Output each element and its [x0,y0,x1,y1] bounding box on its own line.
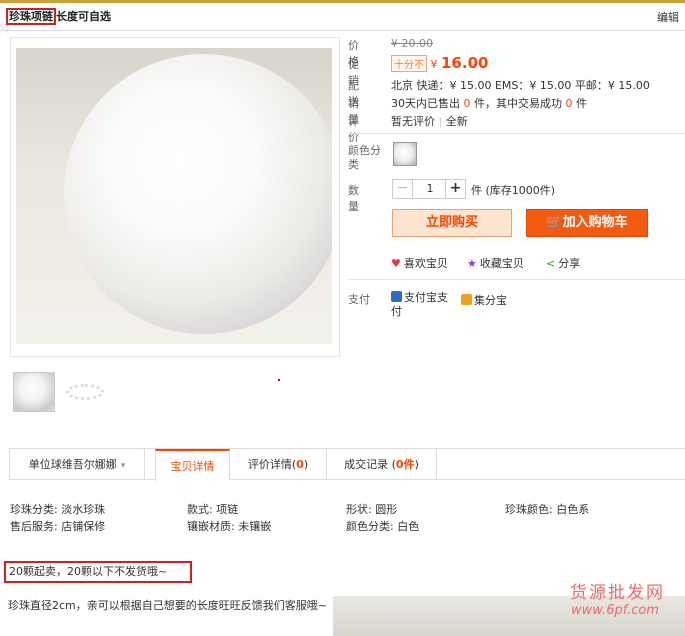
review-tab-count: 0 [296,458,304,471]
attribute-item: 款式: 项链 [187,503,239,516]
attribute-item: 珍珠颜色: 白色系 [505,503,590,516]
sales-mid: 件，其中交易成功 [474,97,562,110]
tab-trade-records[interactable]: 成交记录 (0件) [327,449,437,480]
info-divider [348,133,685,134]
sales-suffix: 件 [576,97,587,110]
buy-now-button[interactable]: 立即购买 [392,209,512,237]
decorative-dot [278,379,280,381]
add-to-cart-label: 加入购物车 [562,215,628,230]
review-text[interactable]: 暂无评价 [391,115,435,128]
add-to-cart-button[interactable]: 🛒加入购物车 [526,209,648,237]
attribute-item: 珍珠分类: 淡水珍珠 [10,503,106,516]
like-button[interactable]: ♥ 喜欢宝贝 [391,255,448,271]
top-accent-line [0,0,685,3]
stock-text: 件 (库存1000件) [471,184,556,197]
share-button[interactable]: < 分享 [546,255,580,271]
attribute-item: 颜色分类: 白色 [346,520,420,533]
jifen-icon [461,294,472,305]
favorite-button[interactable]: ★ 收藏宝贝 [467,255,524,271]
quantity-increase-button[interactable]: + [445,180,465,198]
jifen-option[interactable]: 集分宝 [461,292,507,308]
attribute-item: 镶嵌材质: 未镶嵌 [187,520,272,533]
color-swatch-white[interactable] [393,142,417,166]
image-background [16,48,332,344]
original-price: ¥ 20.00 [391,37,433,50]
alipay-option[interactable]: 支付宝支付 [391,291,455,319]
sales-success: 0 [565,97,573,110]
thumbnail-pearl[interactable] [13,372,55,412]
title-highlight: 珍珠项链 [6,8,56,25]
cart-icon: 🛒 [546,215,563,230]
title-rest: 长度可自选 [56,10,111,23]
review-divider: | [438,115,443,128]
necklace-ring [66,384,104,400]
color-label: 颜色分类 [348,144,381,171]
chevron-down-icon: ▾ [120,461,126,471]
pay-label: 支付 [348,293,370,306]
currency-symbol: ¥ [430,58,438,71]
tab-reviews[interactable]: 评价详情(0) [230,449,327,480]
shipping-text: 北京 快递：¥ 15.00 EMS：¥ 15.00 平邮：¥ 15.00 [391,79,650,92]
shop-dropdown[interactable]: 单位球维吾尔娜娜 ▾ [9,449,145,480]
tab-product-detail[interactable]: 宝贝详情 [155,449,230,481]
alipay-icon [391,291,402,302]
attribute-item: 形状: 圆形 [346,503,398,516]
like-label: 喜欢宝贝 [403,257,448,270]
trade-tab-label: 成交记录 [344,458,389,471]
promo-value: 十分不 ¥ 16.00 [391,54,488,72]
jifen-label: 集分宝 [474,294,507,307]
attribute-item: 售后服务: 店铺保修 [10,520,106,533]
review-label: 评价 [348,115,359,144]
quantity-stepper: − 1 + [392,179,466,199]
watermark-title: 货源批发网 [570,583,665,603]
min-order-notice: 20颗起卖，20颗以下不发货哦~ [4,561,192,583]
quantity-decrease-button[interactable]: − [393,180,413,198]
detail-tabs: 单位球维吾尔娜娜 ▾ 宝贝详情 评价详情(0) 成交记录 (0件) [9,448,685,481]
sales-count: 0 [463,97,471,110]
promo-tag: 十分不 [391,55,427,72]
review-tab-label: 评价详情 [247,458,292,471]
thumbnail-necklace[interactable] [63,372,107,412]
share-label: 分享 [558,257,581,270]
main-product-image[interactable] [10,37,340,357]
star-icon: ★ [467,257,477,270]
sales-text: 30天内已售出 0 件，其中交易成功 0 件 [391,95,587,111]
quantity-input[interactable]: 1 [414,180,446,198]
header-divider [0,30,685,31]
favorite-label: 收藏宝贝 [479,257,524,270]
pearl-image [64,54,332,334]
sales-prefix: 30天内已售出 [391,97,460,110]
trade-tab-unit: 件 [403,458,415,471]
promo-price: 16.00 [441,54,489,72]
edit-link[interactable]: 编辑 [657,9,679,25]
trade-tab-count: 0 [395,458,404,471]
shop-name: 单位球维吾尔娜娜 [28,458,117,471]
review-value: 暂无评价 | 全新 [391,113,468,129]
description-text: 珍珠直径2cm，亲可以根据自己想要的长度旺旺反馈我们客服哦~ [8,599,327,612]
watermark-url: www.6pf.com [571,603,659,618]
share-icon: < [546,257,556,270]
review-link[interactable]: 全新 [446,115,468,128]
quantity-label: 数量 [348,184,359,213]
pay-divider [348,279,685,280]
product-title: 珍珠项链 长度可自选 [6,8,111,25]
heart-icon: ♥ [391,257,401,270]
